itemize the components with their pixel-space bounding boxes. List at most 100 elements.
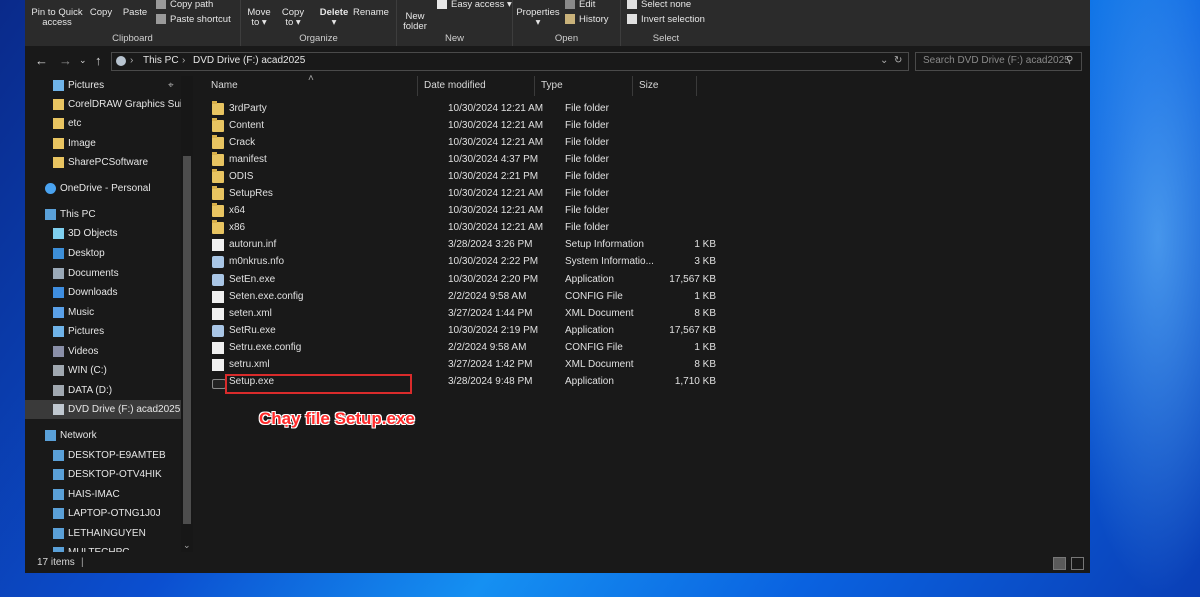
file-row[interactable]: Crack 10/30/2024 12:21 AM File folder	[205, 135, 705, 152]
invert-selection-button[interactable]: Invert selection	[627, 14, 705, 25]
sidebar-item[interactable]: 3D Objects	[25, 224, 181, 243]
copy-path-button[interactable]: Copy path	[156, 0, 213, 10]
file-date: 2/2/2024 9:58 AM	[448, 290, 527, 302]
file-row[interactable]: x64 10/30/2024 12:21 AM File folder	[205, 203, 705, 220]
properties-button[interactable]: Properties ▾	[515, 8, 561, 28]
sidebar-item-label: HAIS-IMAC	[68, 489, 120, 500]
breadcrumb-separator-icon: ›	[182, 55, 186, 66]
sidebar-item[interactable]: LAPTOP-OTNG1J0J	[25, 504, 181, 523]
file-row[interactable]: seten.xml 3/27/2024 1:44 PM XML Document 8 …	[205, 306, 716, 323]
breadcrumb-dvd-drive[interactable]: DVD Drive (F:) acad2025	[193, 55, 305, 66]
search-box[interactable]: Search DVD Drive (F:) acad2025 ⚲	[915, 52, 1082, 71]
sidebar-item-label: Pictures	[68, 80, 105, 91]
sidebar-item[interactable]: MULTECHPC	[25, 543, 181, 552]
file-row[interactable]: m0nkrus.nfo 10/30/2024 2:22 PM System Info…	[205, 254, 716, 271]
status-bar: 17 items |	[25, 553, 1090, 573]
column-header-size[interactable]: Size	[633, 76, 697, 96]
sidebar-item[interactable]: HAIS-IMAC	[25, 485, 181, 504]
sidebar-item[interactable]: Pictures	[25, 322, 181, 341]
file-size: 1 KB	[694, 290, 716, 302]
folder-icon	[212, 152, 224, 167]
up-arrow-icon[interactable]: ↑	[95, 53, 102, 68]
sidebar-item[interactable]: CorelDRAW Graphics Suite	[25, 95, 181, 114]
sidebar-item-label: Music	[68, 307, 95, 318]
file-row[interactable]: Setru.exe.config 2/2/2024 9:58 AM CONFIG F…	[205, 340, 716, 357]
sidebar-item[interactable]: This PC	[25, 205, 181, 224]
file-row[interactable]: Seten.exe.config 2/2/2024 9:58 AM CONFIG F…	[205, 289, 716, 306]
sidebar-item[interactable]: LETHAINGUYEN	[25, 524, 181, 543]
file-name: manifest	[229, 154, 267, 166]
recent-locations-chevron-icon[interactable]: ⌄	[79, 55, 87, 66]
paste-button[interactable]: Paste	[121, 8, 149, 18]
file-row[interactable]: ODIS 10/30/2024 2:21 PM File folder	[205, 169, 705, 186]
sidebar-item[interactable]: WIN (C:)	[25, 361, 181, 380]
scroll-down-chevron-icon[interactable]: ⌄	[183, 540, 191, 551]
file-name: SetRu.exe	[229, 324, 276, 336]
copy-button[interactable]: Copy	[87, 8, 115, 18]
sidebar-item[interactable]: DVD Drive (F:) acad2025	[25, 400, 181, 419]
sidebar-item[interactable]: Pictures ⌖	[25, 76, 181, 95]
address-bar[interactable]: › This PC › DVD Drive (F:) acad2025 ⌄ ↻	[111, 52, 909, 71]
forward-arrow-icon[interactable]: →	[59, 53, 72, 68]
copy-to-button[interactable]: Copy to ▾	[277, 8, 309, 28]
history-button[interactable]: History	[565, 14, 609, 25]
navigation-scrollbar[interactable]: ⌄	[181, 76, 193, 552]
refresh-icon[interactable]: ↻	[894, 55, 902, 66]
sidebar-item[interactable]: Image	[25, 134, 181, 153]
desktop-icon	[53, 248, 64, 259]
paste-shortcut-button[interactable]: Paste shortcut	[156, 14, 231, 25]
delete-button[interactable]: Delete ▾	[317, 8, 351, 28]
file-name: Content	[229, 120, 265, 132]
column-header-name[interactable]: Name ˄	[205, 73, 418, 96]
file-date: 10/30/2024 12:21 AM	[448, 222, 544, 234]
new-folder-button[interactable]: New folder	[399, 12, 431, 32]
file-row[interactable]: SetupRes 10/30/2024 12:21 AM File folder	[205, 186, 705, 203]
file-row[interactable]: SetRu.exe 10/30/2024 2:19 PM Application 17…	[205, 323, 716, 340]
address-dropdown-icon[interactable]: ⌄	[880, 55, 888, 66]
select-none-button[interactable]: Select none	[627, 0, 691, 10]
pin-to-quick-access-button[interactable]: Pin to Quick access	[29, 8, 85, 28]
file-date: 10/30/2024 2:21 PM	[448, 171, 539, 183]
sidebar-item[interactable]: Music	[25, 303, 181, 322]
file-row[interactable]: setru.xml 3/27/2024 1:42 PM XML Document 8 …	[205, 357, 716, 374]
edit-button[interactable]: Edit	[565, 0, 595, 10]
sidebar-item-label: Desktop	[68, 248, 105, 259]
breadcrumb-this-pc[interactable]: This PC	[143, 55, 179, 66]
sidebar-item[interactable]: Downloads	[25, 283, 181, 302]
sidebar-item[interactable]: Videos	[25, 342, 181, 361]
sidebar-item[interactable]: DATA (D:)	[25, 381, 181, 400]
file-row[interactable]: x86 10/30/2024 12:21 AM File folder	[205, 220, 705, 237]
folder-icon	[53, 118, 64, 129]
file-row[interactable]: SetEn.exe 10/30/2024 2:20 PM Application 17…	[205, 272, 716, 289]
sidebar-item[interactable]: SharePCSoftware	[25, 153, 181, 172]
sidebar-item[interactable]: etc	[25, 114, 181, 133]
column-type-label: Type	[541, 80, 563, 91]
rename-button[interactable]: Rename	[351, 8, 391, 18]
details-view-icon[interactable]	[1053, 557, 1066, 570]
sidebar-item[interactable]: Desktop	[25, 244, 181, 263]
sidebar-item[interactable]: DESKTOP-OTV4HIK	[25, 465, 181, 484]
file-row[interactable]: manifest 10/30/2024 4:37 PM File folder	[205, 152, 705, 169]
move-to-button[interactable]: Move to ▾	[243, 8, 275, 28]
computer-icon	[53, 489, 64, 500]
file-row[interactable]: autorun.inf 3/28/2024 3:26 PM Setup Inform…	[205, 237, 716, 254]
file-row[interactable]: Content 10/30/2024 12:21 AM File folder	[205, 118, 705, 135]
file-row[interactable]: 3rdParty 10/30/2024 12:21 AM File folder	[205, 101, 705, 118]
new-group: New folder Easy access ▾ New	[397, 0, 513, 46]
easy-access-icon	[437, 0, 447, 10]
file-name: Setru.exe.config	[229, 341, 302, 353]
back-arrow-icon[interactable]: ←	[35, 53, 48, 68]
computer-icon	[53, 508, 64, 519]
navigation-scroll-thumb[interactable]	[183, 156, 191, 524]
easy-access-button[interactable]: Easy access ▾	[437, 0, 512, 10]
large-icons-view-icon[interactable]	[1071, 557, 1084, 570]
sidebar-item[interactable]: Network	[25, 426, 181, 445]
column-header-date[interactable]: Date modified	[418, 76, 535, 96]
sidebar-item[interactable]: DESKTOP-E9AMTEB	[25, 446, 181, 465]
sidebar-item[interactable]: Documents	[25, 264, 181, 283]
column-size-label: Size	[639, 80, 659, 91]
file-date: 3/28/2024 9:48 PM	[448, 375, 533, 387]
column-header-type[interactable]: Type	[535, 76, 633, 96]
sidebar-item[interactable]: OneDrive - Personal	[25, 179, 181, 198]
folder-icon	[212, 118, 224, 133]
